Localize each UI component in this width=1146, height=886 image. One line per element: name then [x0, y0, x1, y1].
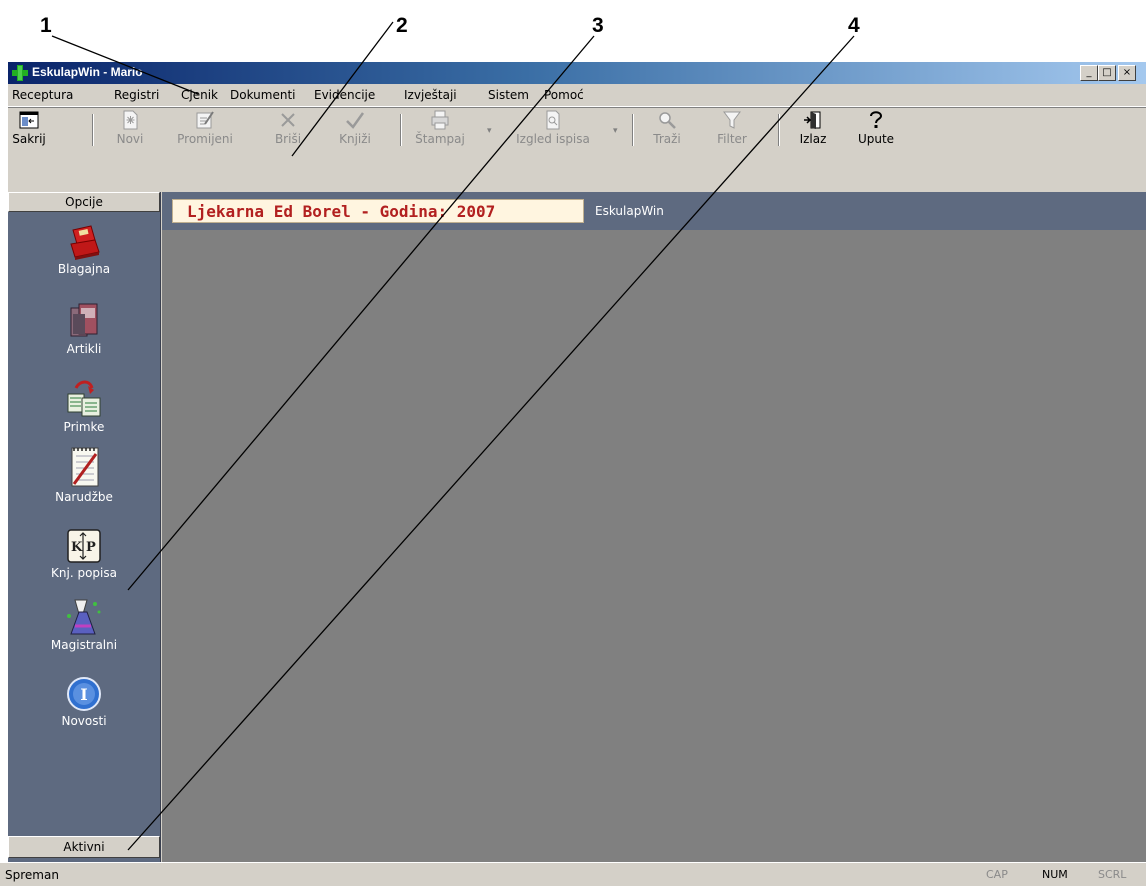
menu-cjenik[interactable]: Cjenik	[181, 88, 218, 102]
window-title: EskulapWin - Mario	[32, 65, 143, 79]
menu-izvjestaji[interactable]: Izvještaji	[404, 88, 457, 102]
status-bar: Spreman CAP NUM SCRL	[0, 862, 1146, 886]
trazi-label: Traži	[653, 132, 681, 146]
menu-dokumenti[interactable]: Dokumenti	[230, 88, 295, 102]
knjizi-label: Knjiži	[339, 132, 371, 146]
info-circle-icon: I	[67, 677, 101, 711]
help-question-icon	[870, 111, 883, 128]
new-document-icon	[123, 110, 138, 130]
svg-text:K: K	[71, 540, 83, 555]
menu-registri[interactable]: Registri	[114, 88, 159, 102]
callout-3: 3	[592, 14, 604, 37]
receipt-arrow-icon	[67, 380, 101, 417]
sakrij-button[interactable]: Sakrij	[8, 110, 50, 148]
sidebar-item-blagajna[interactable]: Blagajna	[8, 224, 160, 276]
delete-icon	[281, 113, 295, 127]
brisi-label: Briši	[274, 132, 302, 146]
izgled-ispisa-label: Izgled ispisa	[516, 132, 590, 146]
menu-pomoc[interactable]: Pomoć	[544, 88, 584, 102]
toolbar-separator	[632, 114, 634, 146]
sidebar-item-narudzbe[interactable]: Narudžbe	[8, 446, 160, 504]
maximize-button[interactable]: □	[1098, 65, 1116, 81]
exit-door-icon	[804, 111, 821, 129]
sidebar-item-label: Magistralni	[50, 638, 118, 652]
minimize-button[interactable]: _	[1080, 65, 1098, 81]
title-bar[interactable]: EskulapWin - Mario _ □ ×	[8, 62, 1146, 84]
toolbar-separator	[400, 114, 402, 146]
cash-register-icon	[70, 225, 100, 260]
izgled-ispisa-button[interactable]: Izgled ispisa	[508, 110, 598, 148]
sidebar-item-label: Artikli	[66, 342, 102, 356]
close-button[interactable]: ×	[1118, 65, 1136, 81]
upute-button[interactable]: Upute	[855, 110, 897, 148]
novi-label: Novi	[116, 132, 144, 146]
sidebar-item-label: Narudžbe	[55, 490, 113, 504]
magnifier-icon	[659, 112, 676, 129]
sidebar-item-label: Primke	[63, 420, 105, 434]
svg-text:P: P	[86, 540, 96, 555]
workspace-label: EskulapWin	[595, 204, 664, 218]
checkmark-icon	[346, 112, 365, 129]
izlaz-label: Izlaz	[799, 132, 827, 146]
caps-lock-indicator: CAP	[986, 868, 1008, 881]
scroll-lock-indicator: SCRL	[1098, 868, 1127, 881]
promijeni-label: Promijeni	[177, 132, 233, 146]
print-preview-icon	[546, 110, 560, 130]
sidebar-item-label: Knj. popisa	[51, 566, 117, 580]
sidebar-item-label: Novosti	[61, 714, 107, 728]
chevron-down-icon[interactable]: ▾	[613, 126, 618, 136]
filter-button[interactable]: Filter	[708, 110, 756, 148]
menu-bar: Receptura Registri Cjenik Dokumenti Evid…	[8, 84, 1146, 107]
pharmacy-mortar-icon	[67, 599, 101, 635]
izlaz-button[interactable]: Izlaz	[793, 110, 833, 148]
brisi-button[interactable]: Briši	[270, 110, 306, 148]
notepad-pen-icon	[71, 447, 99, 487]
trazi-button[interactable]: Traži	[644, 110, 690, 148]
sidebar-item-artikli[interactable]: Artikli	[8, 302, 160, 356]
toolbar: Sakrij Novi Promijeni Briši Knjiži Štamp…	[8, 107, 1146, 150]
chevron-down-icon[interactable]: ▾	[487, 126, 492, 136]
callout-2: 2	[396, 14, 408, 37]
menu-receptura[interactable]: Receptura	[12, 88, 73, 102]
mdi-workspace: Ljekarna Ed Borel - Godina: 2007 Eskulap…	[162, 192, 1146, 862]
sidebar-item-novosti[interactable]: I Novosti	[8, 676, 160, 728]
stampaj-button[interactable]: Štampaj	[412, 110, 468, 148]
hide-panel-icon	[19, 111, 39, 129]
sidebar-item-magistralni[interactable]: Magistralni	[8, 596, 160, 652]
workspace-header: Ljekarna Ed Borel - Godina: 2007 Eskulap…	[162, 192, 1146, 230]
sidebar-footer[interactable]: Aktivni	[8, 836, 160, 858]
callout-1: 1	[40, 14, 52, 37]
funnel-icon	[723, 111, 741, 129]
product-boxes-icon	[70, 303, 98, 337]
edit-icon	[196, 111, 214, 129]
options-sidebar-panel: Opcije Blagajna Artikli Primke Narudžbe …	[8, 192, 161, 862]
filter-label: Filter	[717, 132, 747, 146]
pharmacy-banner: Ljekarna Ed Borel - Godina: 2007	[172, 199, 584, 223]
knjizi-button[interactable]: Knjiži	[334, 110, 376, 148]
sakrij-label: Sakrij	[12, 132, 46, 146]
upute-label: Upute	[857, 132, 895, 146]
novi-button[interactable]: Novi	[108, 110, 152, 148]
sidebar-item-label: Blagajna	[57, 262, 111, 276]
sidebar-item-knj-popisa[interactable]: K P Knj. popisa	[8, 528, 160, 580]
menu-sistem[interactable]: Sistem	[488, 88, 529, 102]
sidebar-item-primke[interactable]: Primke	[8, 380, 160, 434]
svg-text:I: I	[80, 685, 87, 704]
menu-evidencije[interactable]: Evidencije	[314, 88, 375, 102]
callout-4: 4	[848, 14, 860, 37]
status-text: Spreman	[5, 868, 59, 882]
toolbar-separator	[92, 114, 94, 146]
promijeni-button[interactable]: Promijeni	[176, 110, 234, 148]
sidebar-header[interactable]: Opcije	[8, 192, 160, 212]
cross-logo-icon	[12, 65, 28, 81]
kp-document-icon: K P	[67, 529, 101, 563]
stampaj-label: Štampaj	[415, 132, 465, 146]
toolbar-separator	[778, 114, 780, 146]
printer-icon	[431, 110, 449, 130]
num-lock-indicator: NUM	[1042, 868, 1068, 881]
